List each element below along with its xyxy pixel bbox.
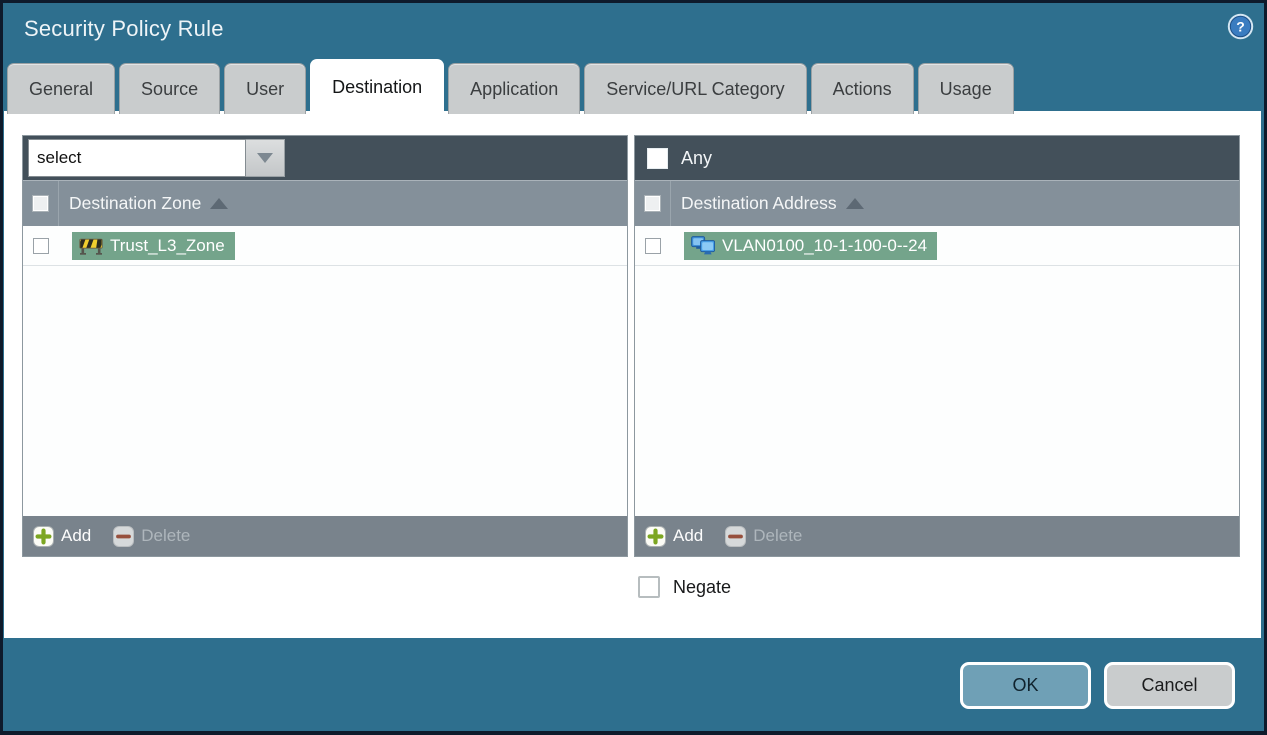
delete-icon bbox=[113, 525, 135, 547]
delete-zone-button[interactable]: Delete bbox=[113, 525, 191, 547]
address-column-label: Destination Address bbox=[681, 193, 837, 213]
add-address-button[interactable]: Add bbox=[645, 525, 704, 547]
address-icon bbox=[691, 235, 715, 254]
zone-name: Trust_L3_Zone bbox=[110, 235, 225, 255]
tab-source[interactable]: Source bbox=[119, 63, 221, 114]
negate-checkbox[interactable] bbox=[638, 576, 660, 598]
destination-address-panel: Any Destination Address VLAN0100_10-1-10… bbox=[634, 135, 1240, 557]
tab-usage[interactable]: Usage bbox=[917, 63, 1014, 114]
tab-actions[interactable]: Actions bbox=[810, 63, 914, 114]
sort-ascending-icon bbox=[210, 198, 229, 209]
delete-label: Delete bbox=[753, 526, 803, 545]
help-icon[interactable]: ? bbox=[1227, 13, 1254, 40]
address-footer: Add Delete bbox=[635, 516, 1239, 556]
address-toolbar: Any bbox=[635, 136, 1239, 180]
zone-row-checkbox[interactable] bbox=[33, 237, 49, 254]
add-icon bbox=[33, 525, 54, 547]
tab-application[interactable]: Application bbox=[448, 63, 581, 114]
chevron-down-icon bbox=[257, 153, 273, 163]
address-row-checkbox[interactable] bbox=[645, 237, 661, 254]
address-list: VLAN0100_10-1-100-0--24 bbox=[635, 226, 1239, 516]
address-chip[interactable]: VLAN0100_10-1-100-0--24 bbox=[684, 231, 938, 260]
negate-label: Negate bbox=[673, 576, 732, 597]
ok-button[interactable]: OK bbox=[960, 662, 1091, 709]
zone-footer: Add Delete bbox=[23, 516, 627, 556]
delete-label: Delete bbox=[141, 526, 191, 545]
zone-chip[interactable]: Trust_L3_Zone bbox=[72, 231, 235, 260]
address-select-all-checkbox[interactable] bbox=[644, 195, 661, 212]
tab-user[interactable]: User bbox=[224, 63, 307, 114]
delete-address-button[interactable]: Delete bbox=[725, 525, 803, 547]
security-policy-rule-dialog: Security Policy Rule ? General Source Us… bbox=[0, 0, 1267, 735]
zone-icon bbox=[79, 238, 103, 255]
sort-ascending-icon bbox=[845, 198, 864, 209]
tab-content-area: Destination Zone bbox=[4, 111, 1261, 638]
add-icon bbox=[645, 525, 666, 547]
table-row[interactable]: VLAN0100_10-1-100-0--24 bbox=[635, 226, 1239, 266]
any-label: Any bbox=[681, 147, 713, 168]
negate-option: Negate bbox=[638, 576, 731, 598]
destination-zone-panel: Destination Zone bbox=[22, 135, 628, 557]
tab-general[interactable]: General bbox=[7, 63, 116, 114]
table-row[interactable]: Trust_L3_Zone bbox=[23, 226, 627, 266]
zone-column-label: Destination Zone bbox=[69, 193, 202, 213]
zone-type-combobox bbox=[28, 139, 285, 177]
add-zone-button[interactable]: Add bbox=[33, 525, 92, 547]
dialog-title: Security Policy Rule bbox=[24, 16, 224, 41]
add-label: Add bbox=[673, 526, 704, 545]
address-name: VLAN0100_10-1-100-0--24 bbox=[722, 235, 928, 255]
zone-column-header[interactable]: Destination Zone bbox=[23, 180, 627, 226]
add-label: Add bbox=[61, 526, 92, 545]
any-checkbox[interactable] bbox=[647, 147, 668, 169]
address-column-header[interactable]: Destination Address bbox=[635, 180, 1239, 226]
zone-type-dropdown-button[interactable] bbox=[246, 139, 285, 177]
tab-destination[interactable]: Destination bbox=[310, 59, 445, 114]
zone-list: Trust_L3_Zone bbox=[23, 226, 627, 516]
zone-toolbar bbox=[23, 136, 627, 180]
svg-text:?: ? bbox=[1236, 19, 1245, 35]
zone-select-all-checkbox[interactable] bbox=[32, 195, 49, 212]
tab-strip: General Source User Destination Applicat… bbox=[7, 59, 1260, 114]
cancel-button[interactable]: Cancel bbox=[1104, 662, 1235, 709]
delete-icon bbox=[725, 525, 747, 547]
zone-type-input[interactable] bbox=[28, 139, 246, 177]
tab-service-url-category[interactable]: Service/URL Category bbox=[584, 63, 807, 114]
